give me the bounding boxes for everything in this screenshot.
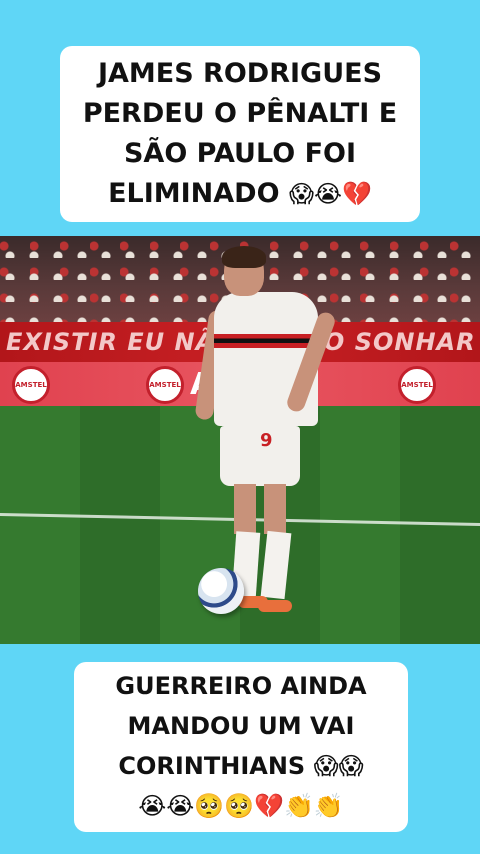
bottom-caption-line-3: CORINTHIANS 😱😱 <box>74 746 408 786</box>
video-frame[interactable]: EXISTIR EU NÃO QUERO SONHAR AMSTEL AMSTE… <box>0 236 480 644</box>
bottom-caption: GUERREIRO AINDA MANDOU UM VAI CORINTHIAN… <box>74 662 408 832</box>
amstel-logo-center: AMSTEL <box>146 366 184 404</box>
player-boot-right <box>258 600 292 612</box>
shirt-number: 9 <box>260 430 273 451</box>
top-caption-line-4-text: ELIMINADO <box>108 178 280 209</box>
player-hair <box>222 246 266 268</box>
top-caption-emojis: 😱😭💔 <box>288 180 372 208</box>
bottom-caption-line-4-emojis: 😭😭🥺🥺💔👏👏 <box>138 792 344 820</box>
player-sock-right <box>260 530 292 600</box>
player-shorts: 9 <box>220 426 300 486</box>
shirt-stripe <box>214 334 318 348</box>
bottom-caption-line-3-text: CORINTHIANS <box>118 752 306 780</box>
player-leg-left <box>234 484 256 534</box>
bottom-caption-line-1: GUERREIRO AINDA <box>115 672 367 700</box>
amstel-logo-right: AMSTEL <box>398 366 436 404</box>
top-caption-line-1: JAMES RODRIGUES <box>97 58 383 89</box>
top-caption-line-3: SÃO PAULO FOI <box>123 138 357 169</box>
top-caption-line-4: ELIMINADO 😱😭💔 <box>60 174 420 214</box>
football-ball <box>198 568 244 614</box>
top-caption-line-2: PERDEU O PÊNALTI E <box>82 98 398 129</box>
player-leg-right <box>264 484 286 534</box>
top-caption: JAMES RODRIGUES PERDEU O PÊNALTI E SÃO P… <box>60 46 420 222</box>
bottom-caption-line-3-emojis: 😱😱 <box>313 752 364 780</box>
football-player: 9 <box>194 246 358 612</box>
amstel-logo-left: AMSTEL <box>12 366 50 404</box>
bottom-caption-line-2: MANDOU UM VAI <box>127 712 355 740</box>
